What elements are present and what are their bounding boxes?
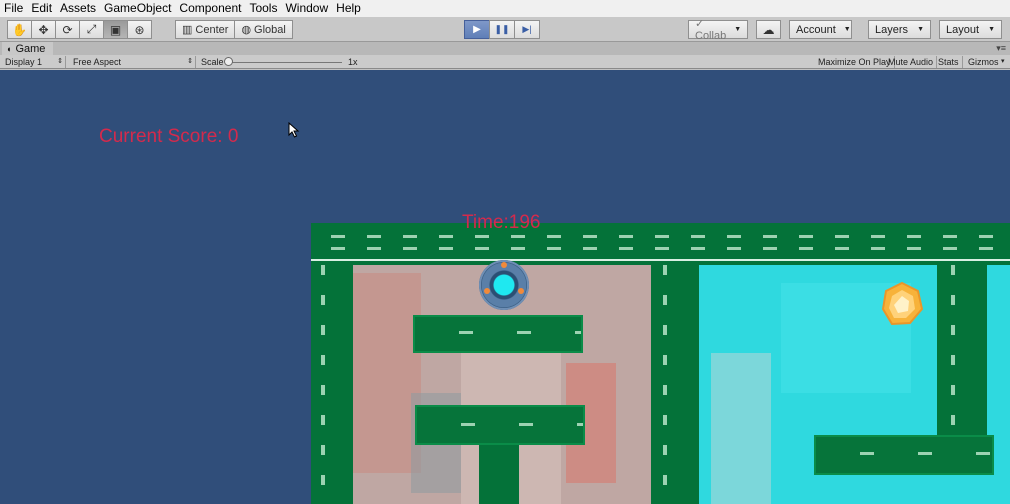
gizmos-dropdown[interactable]: Gizmos bbox=[965, 56, 1002, 68]
pivot-controls: ▥ Center ◍ Global bbox=[175, 20, 293, 39]
wall-right-inner bbox=[937, 265, 947, 435]
account-dropdown[interactable]: Account ▼ bbox=[789, 20, 852, 39]
timer-label: Time:196 bbox=[462, 212, 541, 233]
menu-gameobject[interactable]: GameObject bbox=[100, 0, 175, 17]
game-tab-title: Game bbox=[15, 42, 46, 55]
rect-tool-icon[interactable]: ▣ bbox=[103, 20, 128, 39]
layout-dropdown[interactable]: Layout ▼ bbox=[939, 20, 1002, 39]
platform-upper bbox=[413, 315, 583, 353]
display-label: Display 1 bbox=[5, 57, 43, 67]
menu-bar: File Edit Assets GameObject Component To… bbox=[0, 0, 1010, 17]
menu-file[interactable]: File bbox=[0, 0, 27, 17]
gem-collectible-icon bbox=[881, 281, 924, 326]
chevron-down-icon: ▼ bbox=[734, 26, 742, 33]
aspect-label: Free Aspect bbox=[73, 57, 122, 67]
play-button[interactable]: ▶ bbox=[464, 20, 490, 39]
account-label: Account bbox=[796, 23, 836, 36]
space-label: Global bbox=[254, 23, 286, 36]
tab-menu-icon[interactable]: ▾≡ bbox=[996, 43, 1006, 54]
cloud-icon[interactable]: ☁ bbox=[756, 20, 781, 39]
display-dropdown[interactable]: Display 1 ⇕ bbox=[2, 56, 66, 68]
pivot-global-button[interactable]: ◍ Global bbox=[234, 20, 293, 39]
layout-label: Layout bbox=[946, 23, 980, 36]
player-light bbox=[484, 288, 490, 294]
scale-slider-thumb[interactable] bbox=[224, 57, 233, 66]
collab-text: Collab bbox=[695, 30, 727, 42]
updown-icon: ⇕ bbox=[57, 58, 63, 65]
chevron-down-icon: ▼ bbox=[988, 26, 995, 33]
column-stripe bbox=[321, 265, 325, 504]
main-toolbar: ✋ ✥ ⟳ ⤢ ▣ ⊛ ▥ Center ◍ Global ▶ ❚❚ ▶| ✓ … bbox=[0, 17, 1010, 42]
wall-lower-column bbox=[479, 445, 519, 504]
platform-stripe bbox=[415, 331, 581, 334]
pause-icon: ❚❚ bbox=[494, 24, 510, 34]
collab-dropdown[interactable]: ✓ Collab ▼ bbox=[688, 18, 748, 42]
player-light bbox=[501, 262, 507, 268]
step-button[interactable]: ▶| bbox=[514, 20, 540, 39]
platform-stripe bbox=[417, 423, 583, 426]
rotate-tool-icon[interactable]: ⟳ bbox=[55, 20, 80, 39]
layers-label: Layers bbox=[875, 23, 909, 36]
layers-group: Layers ▼ bbox=[868, 20, 931, 39]
maximize-on-play-toggle[interactable]: Maximize On Play bbox=[815, 56, 895, 68]
account-group: Account ▼ bbox=[789, 20, 852, 39]
wall-divider bbox=[651, 263, 699, 504]
score-label: Current Score: 0 bbox=[99, 126, 239, 147]
level-map bbox=[311, 223, 1010, 504]
transform-tools: ✋ ✥ ⟳ ⤢ ▣ ⊛ bbox=[7, 20, 152, 39]
chevron-down-icon[interactable]: ▾ bbox=[998, 56, 1008, 68]
move-tool-icon[interactable]: ✥ bbox=[31, 20, 56, 39]
column-stripe bbox=[951, 265, 955, 435]
game-tab-row: ◖ Game ▾≡ bbox=[0, 42, 1010, 55]
platform-right bbox=[814, 435, 994, 475]
globe-icon: ◍ bbox=[241, 24, 252, 36]
scale-value: 1x bbox=[348, 57, 358, 67]
game-view-controls: Display 1 ⇕ Free Aspect ⇕ Scale 1x Maxim… bbox=[0, 55, 1010, 69]
wall-stripe bbox=[331, 247, 1001, 250]
hand-tool-icon[interactable]: ✋ bbox=[7, 20, 32, 39]
aspect-dropdown[interactable]: Free Aspect ⇕ bbox=[70, 56, 196, 68]
mute-audio-toggle[interactable]: Mute Audio bbox=[885, 56, 938, 68]
pivot-label: Center bbox=[195, 23, 229, 36]
play-icon: ▶ bbox=[473, 24, 481, 35]
floor-patch bbox=[711, 353, 771, 504]
collab-label: ✓ Collab bbox=[695, 18, 727, 42]
pivot-icon: ▥ bbox=[182, 24, 193, 36]
scale-slider-track[interactable] bbox=[228, 62, 342, 63]
step-icon: ▶| bbox=[522, 24, 532, 34]
layers-dropdown[interactable]: Layers ▼ bbox=[868, 20, 931, 39]
pivot-center-button[interactable]: ▥ Center bbox=[175, 20, 236, 39]
menu-window[interactable]: Window bbox=[281, 0, 332, 17]
scale-tool-icon[interactable]: ⤢ bbox=[79, 20, 104, 39]
transform-tool-icon[interactable]: ⊛ bbox=[127, 20, 152, 39]
menu-tools[interactable]: Tools bbox=[245, 0, 281, 17]
play-controls: ▶ ❚❚ ▶| bbox=[464, 20, 540, 39]
collab-group: ✓ Collab ▼ bbox=[688, 18, 748, 42]
cloud-group: ☁ bbox=[756, 20, 781, 39]
platform-stripe bbox=[816, 452, 992, 455]
stats-toggle[interactable]: Stats bbox=[935, 56, 963, 68]
updown-icon: ⇕ bbox=[187, 58, 193, 65]
menu-help[interactable]: Help bbox=[332, 0, 365, 17]
player-orb bbox=[479, 260, 529, 310]
menu-component[interactable]: Component bbox=[175, 0, 245, 17]
layout-group: Layout ▼ bbox=[939, 20, 1002, 39]
scale-label: Scale bbox=[201, 57, 224, 67]
game-tab-icon: ◖ bbox=[6, 43, 12, 54]
menu-edit[interactable]: Edit bbox=[27, 0, 56, 17]
column-stripe bbox=[663, 265, 667, 504]
game-tab[interactable]: ◖ Game bbox=[2, 42, 54, 55]
chevron-down-icon: ▼ bbox=[917, 26, 924, 33]
menu-assets[interactable]: Assets bbox=[56, 0, 100, 17]
mouse-cursor-icon bbox=[288, 122, 300, 138]
player-light bbox=[518, 288, 524, 294]
wall-stripe bbox=[331, 235, 1001, 238]
pause-button[interactable]: ❚❚ bbox=[489, 20, 515, 39]
chevron-down-icon: ▼ bbox=[843, 26, 851, 33]
game-viewport[interactable]: Current Score: 0 Time:196 bbox=[0, 70, 1010, 504]
wall-edge bbox=[311, 259, 1010, 261]
